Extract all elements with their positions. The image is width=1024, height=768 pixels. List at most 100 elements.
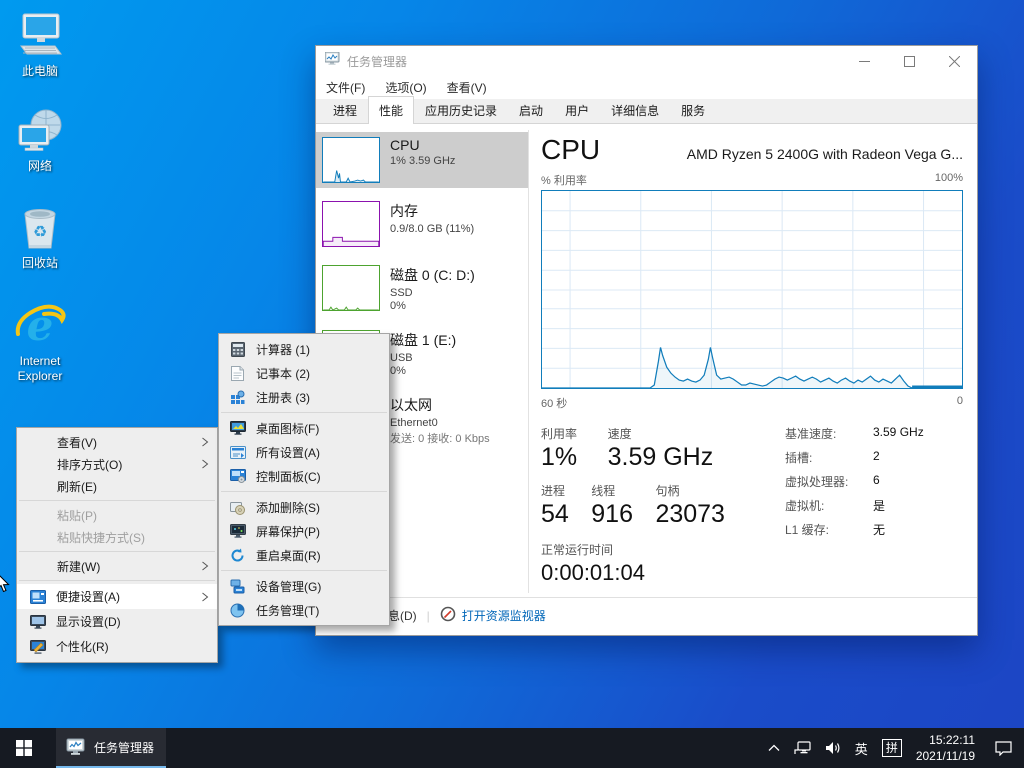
minimize-button[interactable] — [842, 46, 887, 76]
start-button[interactable] — [0, 728, 48, 768]
system-tray: 英 拼 15:22:11 2021/11/19 — [768, 728, 1024, 768]
submenu-item-screensaver[interactable]: 屏幕保护(P) — [219, 519, 389, 543]
menu-separator — [221, 491, 387, 492]
titlebar[interactable]: 任务管理器 — [316, 46, 977, 76]
y-axis-max: 100% — [935, 172, 963, 188]
submenu-item-restart-desktop[interactable]: 重启桌面(R) — [219, 543, 389, 567]
network-icon — [2, 105, 78, 155]
menu-item-paste: 粘贴(P) — [17, 504, 217, 526]
menu-separator — [19, 500, 215, 501]
add-remove-icon — [229, 499, 246, 515]
tab-processes[interactable]: 进程 — [322, 96, 368, 124]
svg-text:♻: ♻ — [33, 224, 47, 241]
stat-uptime: 正常运行时间 0:00:01:04 — [541, 541, 771, 586]
stat-handles: 句柄 23073 — [655, 482, 725, 529]
tab-users[interactable]: 用户 — [554, 96, 600, 124]
all-settings-icon — [229, 444, 246, 460]
submenu-item-calculator[interactable]: 计算器 (1) — [219, 337, 389, 361]
submenu-item-device-manager[interactable]: 设备管理(G) — [219, 574, 389, 598]
y-axis-label: % 利用率 — [541, 172, 587, 188]
sidebar-item-cpu[interactable]: CPU 1% 3.59 GHz — [316, 132, 528, 188]
menu-item-personalize[interactable]: 个性化(R) — [17, 634, 217, 659]
desktop-icon-network[interactable]: 网络 — [2, 105, 78, 174]
menu-options[interactable]: 选项(O) — [385, 79, 426, 96]
maximize-icon — [904, 56, 915, 67]
action-center-button[interactable] — [995, 741, 1012, 756]
sidebar-item-memory[interactable]: 内存 0.9/8.0 GB (11%) — [316, 196, 528, 252]
sidebar-divider — [528, 130, 529, 593]
menu-item-refresh[interactable]: 刷新(E) — [17, 475, 217, 497]
this-pc-icon — [2, 10, 78, 60]
personalize-icon — [29, 639, 46, 655]
submenu-item-desktop-icons[interactable]: 桌面图标(F) — [219, 416, 389, 440]
app-icon — [325, 52, 341, 71]
network-icon — [794, 741, 811, 755]
submenu-item-task-manager[interactable]: 任务管理(T) — [219, 598, 389, 622]
menu-item-quick-settings[interactable]: 便捷设置(A) — [17, 584, 217, 609]
maximize-button[interactable] — [887, 46, 932, 76]
speaker-icon — [825, 741, 841, 755]
menu-item-new[interactable]: 新建(W) — [17, 555, 217, 577]
cpu-mini-graph — [322, 137, 380, 183]
clock-date: 2021/11/19 — [916, 748, 975, 764]
tab-details[interactable]: 详细信息 — [600, 96, 670, 124]
network-tray-button[interactable] — [794, 741, 811, 755]
screensaver-icon — [229, 523, 246, 539]
submenu-arrow-icon — [201, 592, 209, 602]
taskbar-app-task-manager[interactable]: 任务管理器 — [56, 728, 166, 768]
submenu-item-all-settings[interactable]: 所有设置(A) — [219, 440, 389, 464]
tab-startup[interactable]: 启动 — [508, 96, 554, 124]
open-resource-monitor-link[interactable]: 打开资源监视器 — [462, 607, 546, 624]
menu-separator — [221, 412, 387, 413]
close-icon — [949, 56, 960, 67]
menu-separator — [221, 570, 387, 571]
tab-app-history[interactable]: 应用历史记录 — [414, 96, 508, 124]
tab-services[interactable]: 服务 — [670, 96, 716, 124]
tab-performance[interactable]: 性能 — [368, 96, 414, 124]
display-settings-icon — [29, 614, 46, 630]
desktop-icon-label: 网络 — [2, 159, 78, 174]
submenu-arrow-icon — [201, 459, 209, 469]
ime-mode-indicator[interactable]: 拼 — [882, 739, 902, 757]
desktop-icon-this-pc[interactable]: 此电脑 — [2, 10, 78, 79]
cpu-panel: CPU AMD Ryzen 5 2400G with Radeon Vega G… — [541, 124, 963, 586]
sidebar-item-disk0[interactable]: 磁盘 0 (C: D:) SSD 0% — [316, 260, 528, 317]
desktop-icon-recycle-bin[interactable]: ♻ 回收站 — [2, 202, 78, 271]
sidebar-cpu-title: CPU — [390, 137, 455, 153]
submenu-arrow-icon — [201, 561, 209, 571]
submenu-item-control-panel[interactable]: 控制面板(C) — [219, 464, 389, 488]
windows-logo-icon — [16, 740, 32, 756]
submenu-item-registry[interactable]: 注册表 (3) — [219, 385, 389, 409]
tray-expand-button[interactable] — [768, 744, 780, 752]
disk0-mini-graph — [322, 265, 380, 311]
notepad-icon — [229, 365, 246, 381]
submenu-item-add-remove[interactable]: 添加删除(S) — [219, 495, 389, 519]
resource-monitor-icon — [440, 606, 456, 625]
desktop-icons-icon — [229, 420, 246, 436]
stat-utilization: 利用率 1% — [541, 425, 577, 472]
calculator-icon — [229, 341, 246, 357]
menu-item-view[interactable]: 查看(V) — [17, 431, 217, 453]
menu-separator — [19, 580, 215, 581]
desktop-icon-internet-explorer[interactable]: e Internet Explorer — [2, 300, 78, 384]
task-manager-window: 任务管理器 文件(F) 选项(O) 查看(V) 进程 性能 应用历史记录 启动 … — [315, 45, 978, 636]
menu-item-sort-by[interactable]: 排序方式(O) — [17, 453, 217, 475]
menu-file[interactable]: 文件(F) — [326, 79, 365, 96]
submenu-item-notepad[interactable]: 记事本 (2) — [219, 361, 389, 385]
cpu-model-name: AMD Ryzen 5 2400G with Radeon Vega G... — [687, 146, 963, 162]
quick-settings-icon — [29, 589, 46, 605]
taskbar-clock[interactable]: 15:22:11 2021/11/19 — [916, 732, 975, 764]
menu-view[interactable]: 查看(V) — [447, 79, 487, 96]
mouse-cursor — [0, 572, 10, 598]
ime-language-indicator[interactable]: 英 — [855, 739, 868, 758]
close-button[interactable] — [932, 46, 977, 76]
x-axis-left: 60 秒 — [541, 395, 567, 411]
stat-processes: 进程 54 — [541, 482, 569, 529]
menu-item-display-settings[interactable]: 显示设置(D) — [17, 609, 217, 634]
desktop-icon-label: 此电脑 — [2, 64, 78, 79]
desktop-icon-label: 回收站 — [2, 256, 78, 271]
taskbar-app-label: 任务管理器 — [94, 739, 154, 756]
clock-time: 15:22:11 — [916, 732, 975, 748]
minimize-icon — [859, 56, 870, 67]
volume-tray-button[interactable] — [825, 741, 841, 755]
